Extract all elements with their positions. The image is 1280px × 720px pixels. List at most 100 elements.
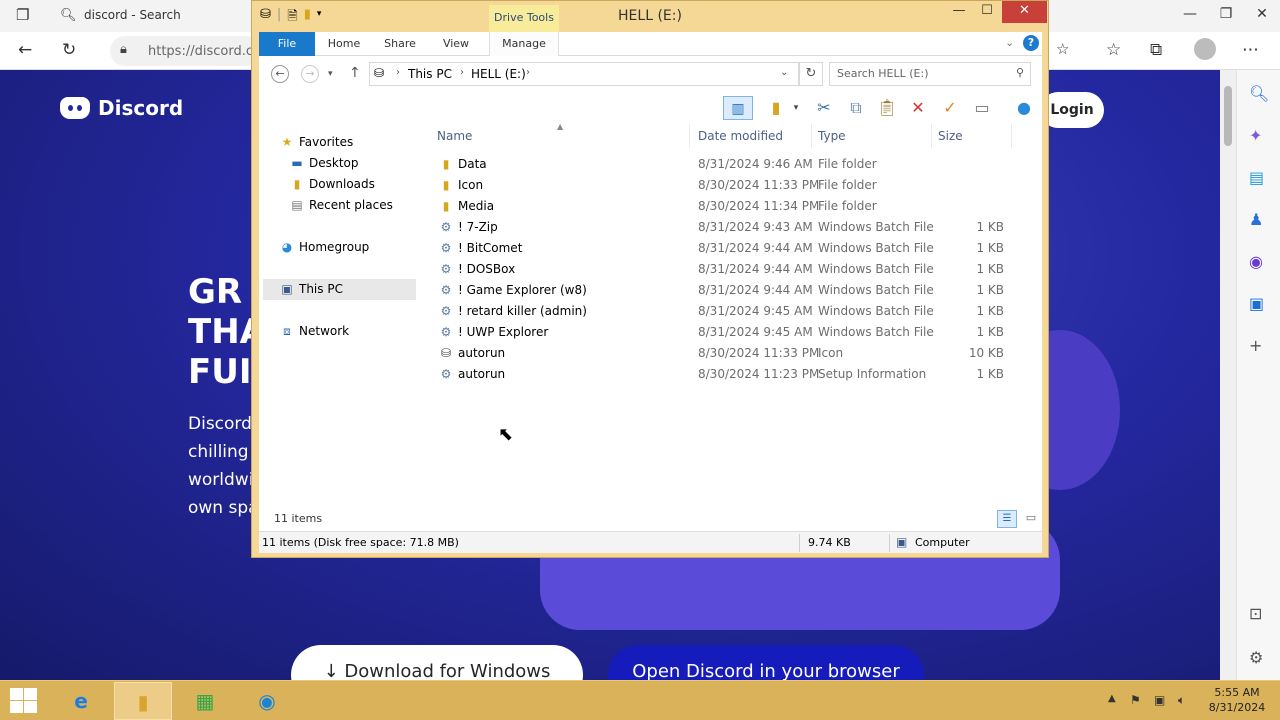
chevron-right-icon[interactable]: › bbox=[460, 67, 464, 78]
maximize-button[interactable]: ☐ bbox=[974, 1, 1000, 23]
column-header-size[interactable]: Size bbox=[938, 129, 963, 143]
reload-icon[interactable]: ↻ bbox=[62, 40, 76, 60]
system-clock[interactable]: 5:55 AM 8/31/2024 bbox=[1207, 685, 1267, 715]
browser-restore-icon[interactable]: ❐ bbox=[1208, 0, 1244, 32]
tab-file[interactable]: File bbox=[259, 32, 315, 56]
column-divider[interactable] bbox=[689, 124, 690, 148]
sidebar-add-icon[interactable]: + bbox=[1249, 336, 1262, 355]
browser-close-icon[interactable]: ✕ bbox=[1244, 0, 1280, 32]
customize-dropdown-icon[interactable]: ▾ bbox=[317, 7, 322, 29]
rename-button[interactable]: ✓ bbox=[937, 96, 963, 120]
internet-explorer-icon[interactable]: e bbox=[52, 682, 110, 720]
download-for-windows-button[interactable]: ↓ Download for Windows bbox=[291, 645, 583, 680]
sidebar-tools-icon[interactable]: ♟ bbox=[1249, 210, 1263, 229]
nav-downloads[interactable]: ▮ Downloads bbox=[289, 174, 375, 195]
back-arrow-icon[interactable]: ← bbox=[18, 40, 32, 60]
column-divider[interactable] bbox=[811, 124, 812, 148]
profile-avatar[interactable] bbox=[1194, 38, 1216, 60]
start-button[interactable] bbox=[8, 687, 40, 715]
chevron-right-icon[interactable]: › bbox=[396, 67, 400, 78]
tab-actions-icon[interactable]: ❐ bbox=[16, 6, 29, 24]
details-view-button[interactable]: ☰ bbox=[997, 510, 1017, 528]
address-dropdown-icon[interactable]: ⌄ bbox=[780, 67, 788, 78]
file-row[interactable]: ⚙ ! 7-Zip 8/31/2024 9:43 AM Windows Batc… bbox=[419, 217, 1042, 238]
file-row[interactable]: ⚙ autorun 8/30/2024 11:23 PM Setup Infor… bbox=[419, 364, 1042, 385]
cut-button[interactable]: ✂ bbox=[811, 96, 837, 120]
sidebar-copilot-icon[interactable]: ✦ bbox=[1249, 126, 1262, 145]
breadcrumb-this-pc[interactable]: This PC bbox=[408, 67, 452, 81]
chevron-down-icon[interactable]: ▾ bbox=[789, 96, 803, 120]
nav-this-pc[interactable]: ▣ This PC bbox=[263, 279, 416, 300]
file-row[interactable]: ⚙ ! retard killer (admin) 8/31/2024 9:45… bbox=[419, 301, 1042, 322]
chevron-down-icon[interactable]: ⌄ bbox=[1005, 36, 1014, 49]
navigation-pane-button[interactable]: ▥ bbox=[723, 96, 753, 120]
nav-favorites[interactable]: ★ Favorites bbox=[279, 132, 354, 153]
up-arrow-button[interactable]: ↑ bbox=[349, 65, 361, 81]
tab-manage[interactable]: Manage bbox=[489, 32, 559, 56]
tab-home[interactable]: Home bbox=[319, 32, 369, 56]
back-button[interactable]: ← bbox=[271, 65, 289, 83]
file-row[interactable]: ▮ Icon 8/30/2024 11:33 PM File folder bbox=[419, 175, 1042, 196]
search-input[interactable]: Search HELL (E:) ⚲ bbox=[829, 62, 1031, 86]
tab-share[interactable]: Share bbox=[375, 32, 425, 56]
help-icon[interactable]: ? bbox=[1023, 35, 1039, 51]
sidebar-outlook-icon[interactable]: ▣ bbox=[1249, 294, 1264, 313]
network-tray-icon[interactable]: ▣ bbox=[1154, 693, 1165, 707]
collections-icon[interactable]: ⧉ bbox=[1150, 40, 1162, 60]
sidebar-settings-icon[interactable]: ⚙ bbox=[1249, 648, 1263, 667]
store-icon[interactable]: ▦ bbox=[176, 682, 234, 720]
favorites-icon[interactable]: ☆ bbox=[1106, 40, 1121, 60]
breadcrumb-hell-drive[interactable]: HELL (E:) bbox=[471, 67, 526, 81]
column-header-name[interactable]: Name bbox=[437, 129, 472, 143]
large-icons-view-button[interactable]: ▭ bbox=[1021, 510, 1041, 528]
page-scroll-thumb[interactable] bbox=[1224, 86, 1232, 146]
nav-network[interactable]: ⧈ Network bbox=[279, 321, 349, 342]
explorer-title-bar[interactable]: ⛁ | 🗎 ▮ ▾ Drive Tools HELL (E:) — ☐ ✕ bbox=[252, 1, 1048, 32]
file-explorer-taskbar-icon[interactable]: ▮ bbox=[114, 682, 172, 720]
tracking-prevention-icon[interactable]: ☆ bbox=[1056, 40, 1069, 58]
browser-minimize-icon[interactable]: — bbox=[1172, 0, 1208, 32]
sidebar-games-icon[interactable]: ◉ bbox=[1249, 252, 1263, 271]
file-row[interactable]: ⚙ ! UWP Explorer 8/31/2024 9:45 AM Windo… bbox=[419, 322, 1042, 343]
nav-homegroup[interactable]: ◕ Homegroup bbox=[279, 237, 370, 258]
breadcrumb[interactable]: ⛁ › This PC › HELL (E:) › ⌄ bbox=[369, 62, 799, 86]
column-divider[interactable] bbox=[931, 124, 932, 148]
sidebar-shopping-icon[interactable]: ▤ bbox=[1249, 168, 1264, 187]
more-options-icon[interactable]: ⋯ bbox=[1242, 40, 1259, 60]
nav-desktop[interactable]: ▬ Desktop bbox=[289, 153, 358, 174]
paste-button[interactable]: 📋︎ bbox=[874, 96, 900, 120]
sidebar-split-icon[interactable]: ⊡ bbox=[1249, 604, 1262, 623]
sidebar-search-icon[interactable]: 🔍︎ bbox=[1249, 84, 1269, 103]
volume-muted-icon[interactable]: 🔈︎ bbox=[1178, 693, 1185, 708]
delete-button[interactable]: ✕ bbox=[905, 96, 931, 120]
tab-view[interactable]: View bbox=[431, 32, 481, 56]
show-hidden-icons-icon[interactable]: ▲ bbox=[1108, 693, 1116, 704]
drive-icon[interactable]: ⛁ bbox=[260, 7, 271, 29]
address-bar[interactable]: 🔒︎ https://discord.c bbox=[110, 36, 260, 66]
login-button[interactable]: Login bbox=[1040, 92, 1104, 128]
discord-logo[interactable]: Discord bbox=[60, 96, 183, 120]
page-scrollbar[interactable] bbox=[1220, 70, 1236, 680]
column-header-date[interactable]: Date modified bbox=[698, 129, 783, 143]
file-row[interactable]: ▮ Data 8/31/2024 9:46 AM File folder bbox=[419, 154, 1042, 175]
chevron-right-icon[interactable]: › bbox=[526, 67, 530, 78]
new-folder-button[interactable]: ▮ bbox=[763, 96, 789, 120]
action-center-flag-icon[interactable]: ⚑ bbox=[1130, 693, 1141, 707]
open-in-browser-button[interactable]: Open Discord in your browser bbox=[608, 645, 924, 680]
new-folder-icon[interactable]: ▮ bbox=[304, 7, 311, 29]
close-button[interactable]: ✕ bbox=[1002, 1, 1047, 23]
properties-button[interactable]: ▭ bbox=[969, 96, 995, 120]
globe-icon[interactable]: ● bbox=[1011, 96, 1037, 120]
properties-icon[interactable]: 🗎 bbox=[287, 7, 297, 29]
file-row[interactable]: ▮ Media 8/30/2024 11:34 PM File folder bbox=[419, 196, 1042, 217]
file-row[interactable]: ⚙ ! BitComet 8/31/2024 9:44 AM Windows B… bbox=[419, 238, 1042, 259]
recent-locations-dropdown-icon[interactable]: ▾ bbox=[328, 69, 333, 79]
file-row[interactable]: ⚙ ! DOSBox 8/31/2024 9:44 AM Windows Bat… bbox=[419, 259, 1042, 280]
column-divider[interactable] bbox=[1011, 124, 1012, 148]
copy-button[interactable]: ⧉ bbox=[843, 96, 869, 120]
forward-button[interactable]: → bbox=[301, 65, 319, 83]
file-row[interactable]: ⚙ ! Game Explorer (w8) 8/31/2024 9:44 AM… bbox=[419, 280, 1042, 301]
edge-browser-icon[interactable]: ◉ bbox=[238, 682, 296, 720]
browser-tab-title[interactable]: discord - Search bbox=[84, 8, 181, 22]
minimize-button[interactable]: — bbox=[946, 1, 972, 23]
